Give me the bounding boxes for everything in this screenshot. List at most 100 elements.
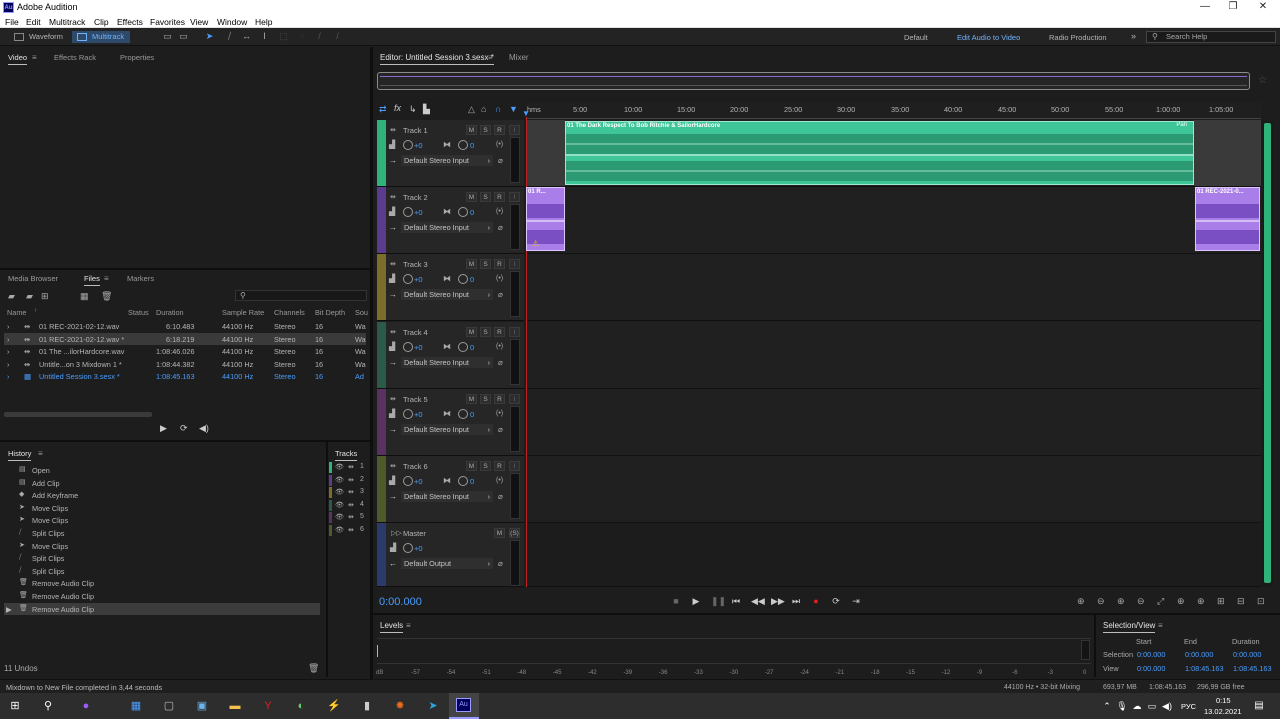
track-input-select[interactable]: Default Stereo Input ›: [401, 423, 493, 435]
panel-menu-icon[interactable]: ≡: [1158, 621, 1163, 630]
tab-levels[interactable]: Levels: [380, 621, 404, 633]
record-arm-button[interactable]: R: [494, 393, 505, 404]
tracks-panel-item[interactable]: 👁 ⇹ 1: [329, 462, 368, 475]
record-button[interactable]: ●: [811, 596, 821, 606]
tab-video[interactable]: Video: [8, 53, 28, 65]
zoom-in-amplitude-icon[interactable]: ⊕: [1077, 596, 1087, 606]
taskbar-audition-button[interactable]: Au: [449, 693, 479, 719]
track-name[interactable]: Track 4: [403, 328, 428, 337]
delete-history-icon[interactable]: 🗑: [308, 663, 319, 674]
move-tool-icon[interactable]: ➤: [205, 32, 214, 41]
track-lane[interactable]: [526, 321, 1261, 389]
file-row[interactable]: › ⇹ 01 REC-2021-02-12.wav 6:10.483 44100 Hz S…: [4, 320, 366, 332]
track-volume-value[interactable]: +0: [414, 141, 423, 150]
mute-button[interactable]: M: [466, 393, 477, 404]
zoom-out-time-icon[interactable]: ⊖: [1137, 596, 1147, 606]
solo-button[interactable]: (S): [509, 528, 520, 538]
monitor-input-button[interactable]: I: [509, 192, 520, 203]
eye-icon[interactable]: 👁: [335, 526, 344, 534]
app-icon[interactable]: ◐: [292, 697, 310, 715]
record-arm-button[interactable]: R: [494, 461, 505, 471]
monitor-icon[interactable]: (•): [496, 141, 503, 148]
track-input-select[interactable]: Default Stereo Input ›: [401, 155, 493, 166]
monitor-input-button[interactable]: I: [509, 125, 520, 135]
magnet-icon[interactable]: ∩: [495, 104, 501, 114]
zoom-navigator[interactable]: [377, 72, 1250, 90]
timecode-icon[interactable]: ▼: [509, 104, 518, 114]
track-input-select[interactable]: Default Stereo Input ›: [401, 491, 493, 502]
solo-button[interactable]: S: [480, 326, 491, 337]
mute-button[interactable]: M: [494, 528, 505, 538]
view-start[interactable]: 0:00.000: [1137, 664, 1165, 673]
eye-icon[interactable]: 👁: [335, 476, 344, 484]
current-time[interactable]: 0:00.000: [379, 596, 422, 608]
phase-invert-icon[interactable]: ⌀: [498, 156, 503, 165]
track-lane[interactable]: [526, 187, 1261, 255]
waveform-mode-button[interactable]: Waveform: [9, 31, 69, 43]
tracks-panel-item[interactable]: 👁 ⇹ 2: [329, 474, 368, 488]
zoom-out-full-icon[interactable]: ⤢: [1157, 596, 1167, 606]
multitrack-mode-button[interactable]: Multitrack: [72, 31, 130, 43]
move-to-next-button[interactable]: ⏭: [791, 596, 801, 606]
track-pan-value[interactable]: 0: [470, 477, 474, 486]
photos-icon[interactable]: ▣: [193, 697, 211, 715]
file-row[interactable]: › ⇹ 01 REC-2021-02-12.wav * 6:18.219 44100 H…: [4, 332, 366, 345]
clock-date[interactable]: 13.02.2021: [1204, 707, 1242, 716]
audio-clip-track2-a[interactable]: 01 R... ⚠: [526, 187, 565, 251]
track-pan-value[interactable]: 0: [470, 410, 474, 419]
solo-button[interactable]: S: [480, 461, 491, 471]
expand-chevron-icon[interactable]: ›: [7, 335, 9, 344]
track-lane[interactable]: [526, 254, 1261, 322]
volume-knob[interactable]: [403, 274, 413, 285]
volume-knob[interactable]: [403, 476, 413, 486]
track-volume-value[interactable]: +0: [414, 477, 423, 486]
new-file-icon[interactable]: ⊞: [41, 291, 49, 302]
track-name[interactable]: Track 1: [403, 126, 428, 135]
zoom-tracks-icon[interactable]: ⊟: [1237, 596, 1247, 606]
calculator-icon[interactable]: ▦: [127, 697, 145, 715]
phase-invert-icon[interactable]: ⌀: [498, 358, 503, 367]
view-end[interactable]: 1:08:45.163: [1185, 664, 1224, 673]
zoom-selection-icon[interactable]: ⊞: [1217, 596, 1227, 606]
tracks-panel-item[interactable]: 👁 ⇹ 3: [329, 487, 368, 500]
close-button[interactable]: ✕: [1246, 1, 1280, 14]
play-button[interactable]: ▶: [691, 596, 701, 606]
expand-chevron-icon[interactable]: ›: [7, 372, 9, 381]
tracks-panel-item[interactable]: 👁 ⇹ 4: [329, 499, 368, 513]
phase-invert-icon[interactable]: ⌀: [498, 223, 503, 232]
track-input-select[interactable]: Default Stereo Input ›: [401, 289, 493, 301]
menu-multitrack[interactable]: Multitrack: [49, 17, 85, 27]
history-item[interactable]: 🗑 Remove Audio Clip: [4, 590, 320, 603]
history-item[interactable]: ▤ Open: [4, 464, 320, 477]
search-icon[interactable]: ⚲: [39, 697, 57, 715]
column-source[interactable]: Sou: [355, 308, 368, 317]
history-item[interactable]: ◆ Add Keyframe: [4, 489, 320, 502]
panel-menu-icon[interactable]: ≡: [406, 621, 411, 630]
ground-icon[interactable]: ⌀: [498, 559, 503, 568]
history-item[interactable]: ⧸ Split Clips: [4, 552, 320, 565]
language-indicator[interactable]: РУС: [1181, 702, 1196, 711]
eye-icon[interactable]: 👁: [335, 488, 344, 496]
import-file-icon[interactable]: ▰: [26, 291, 33, 302]
task-view-icon[interactable]: ▢: [160, 697, 178, 715]
files-search-input[interactable]: ⚲: [235, 290, 367, 301]
assistant-icon[interactable]: ●: [77, 697, 95, 715]
monitor-input-button[interactable]: I: [509, 326, 520, 337]
phase-invert-icon[interactable]: ⌀: [498, 492, 503, 501]
history-item[interactable]: ➤ Move Clips: [4, 514, 320, 527]
tab-tracks[interactable]: Tracks: [335, 449, 358, 461]
rewind-button[interactable]: ◀◀: [751, 596, 765, 606]
lightning-app-icon[interactable]: ⚡: [325, 697, 343, 715]
monitor-input-button[interactable]: I: [509, 393, 520, 404]
close-file-icon[interactable]: 🗑: [101, 291, 112, 302]
master-volume-value[interactable]: +0: [414, 544, 423, 553]
pan-knob[interactable]: [458, 408, 468, 419]
zoom-out-amplitude-icon[interactable]: ⊖: [1097, 596, 1107, 606]
menu-favorites[interactable]: Favorites: [150, 17, 185, 27]
phase-invert-icon[interactable]: ⌀: [498, 425, 503, 434]
volume-knob[interactable]: [403, 341, 413, 352]
workspace-default[interactable]: Default: [904, 33, 928, 42]
solo-button[interactable]: S: [480, 192, 491, 203]
slip-tool-icon[interactable]: ↔: [242, 32, 251, 41]
metronome-icon[interactable]: △: [468, 104, 475, 115]
